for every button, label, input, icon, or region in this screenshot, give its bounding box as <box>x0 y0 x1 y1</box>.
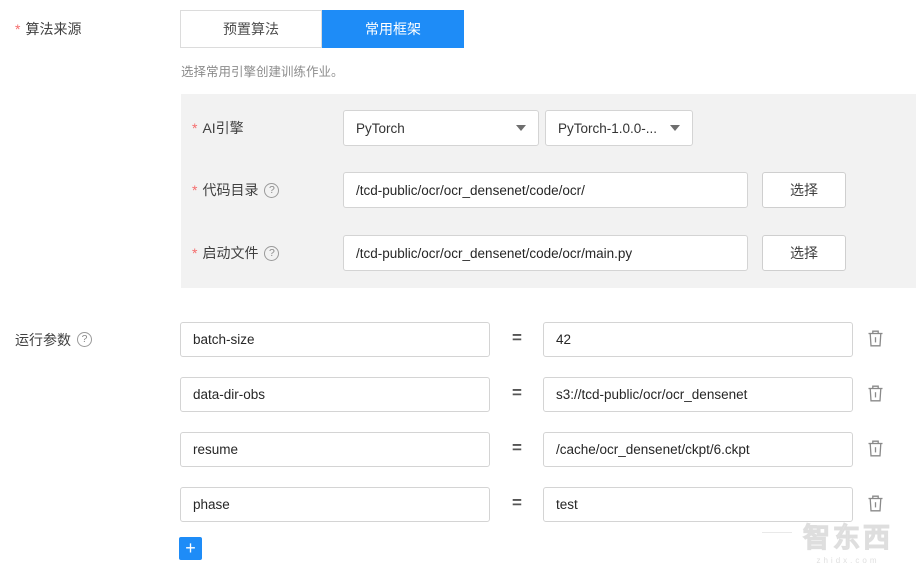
code-dir-input[interactable] <box>343 172 748 208</box>
delete-param-button[interactable] <box>864 492 886 514</box>
equals-sign: = <box>504 438 530 458</box>
trash-icon <box>867 329 884 347</box>
code-dir-row: * 代码目录 ? 选择 <box>181 172 916 208</box>
trash-icon <box>867 494 884 512</box>
algo-source-hint: 选择常用引擎创建训练作业。 <box>181 61 344 80</box>
code-dir-label: * 代码目录 ? <box>192 172 279 208</box>
tab-preset-algorithm-label: 预置算法 <box>223 19 279 39</box>
boot-file-browse-button[interactable]: 选择 <box>762 235 846 271</box>
dropdown-arrow-icon <box>516 125 526 131</box>
param-value-input[interactable] <box>543 322 853 357</box>
param-value-input[interactable] <box>543 487 853 522</box>
framework-version-value: PyTorch-1.0.0-... <box>558 121 657 136</box>
tab-common-framework-label: 常用框架 <box>365 19 421 39</box>
watermark-line <box>762 532 792 533</box>
boot-file-label: * 启动文件 ? <box>192 235 279 271</box>
help-icon[interactable]: ? <box>264 183 279 198</box>
framework-select-value: PyTorch <box>356 121 405 136</box>
framework-version-select[interactable]: PyTorch-1.0.0-... <box>545 110 693 146</box>
equals-sign: = <box>504 328 530 348</box>
framework-select[interactable]: PyTorch <box>343 110 539 146</box>
boot-file-label-text: 启动文件 <box>202 243 258 263</box>
required-asterisk: * <box>192 245 197 261</box>
param-key-input[interactable] <box>180 487 490 522</box>
equals-sign: = <box>504 493 530 513</box>
watermark-subtitle: zhidx.com <box>788 556 908 565</box>
boot-file-input[interactable] <box>343 235 748 271</box>
run-params-label: 运行参数 ? <box>15 322 92 357</box>
dropdown-arrow-icon <box>670 125 680 131</box>
algo-source-tabs: 预置算法 常用框架 <box>180 10 464 48</box>
code-dir-browse-button[interactable]: 选择 <box>762 172 846 208</box>
training-job-form: * 算法来源 预置算法 常用框架 选择常用引擎创建训练作业。 * AI引擎 Py… <box>0 0 916 568</box>
algo-source-label: * 算法来源 <box>15 14 81 44</box>
delete-param-button[interactable] <box>864 327 886 349</box>
tab-preset-algorithm[interactable]: 预置算法 <box>180 10 322 48</box>
engine-panel: * AI引擎 PyTorch PyTorch-1.0.0-... * 代码目录 … <box>181 94 916 288</box>
equals-sign: = <box>504 383 530 403</box>
trash-icon <box>867 439 884 457</box>
required-asterisk: * <box>192 182 197 198</box>
run-params-label-text: 运行参数 <box>15 330 71 350</box>
required-asterisk: * <box>192 120 197 136</box>
help-icon[interactable]: ? <box>77 332 92 347</box>
ai-engine-label-text: AI引擎 <box>202 118 243 138</box>
boot-file-row: * 启动文件 ? 选择 <box>181 235 916 271</box>
trash-icon <box>867 384 884 402</box>
watermark: 智东西 zhidx.com <box>788 516 908 565</box>
delete-param-button[interactable] <box>864 437 886 459</box>
ai-engine-row: * AI引擎 PyTorch PyTorch-1.0.0-... <box>181 110 916 146</box>
add-param-button[interactable]: + <box>179 537 202 560</box>
param-key-input[interactable] <box>180 432 490 467</box>
param-key-input[interactable] <box>180 322 490 357</box>
help-icon[interactable]: ? <box>264 246 279 261</box>
tab-common-framework[interactable]: 常用框架 <box>322 10 464 48</box>
ai-engine-label: * AI引擎 <box>192 110 244 146</box>
param-value-input[interactable] <box>543 377 853 412</box>
param-key-input[interactable] <box>180 377 490 412</box>
required-asterisk: * <box>15 21 20 37</box>
code-dir-label-text: 代码目录 <box>202 180 258 200</box>
param-value-input[interactable] <box>543 432 853 467</box>
plus-icon: + <box>185 538 196 558</box>
algo-source-label-text: 算法来源 <box>25 19 81 39</box>
delete-param-button[interactable] <box>864 382 886 404</box>
